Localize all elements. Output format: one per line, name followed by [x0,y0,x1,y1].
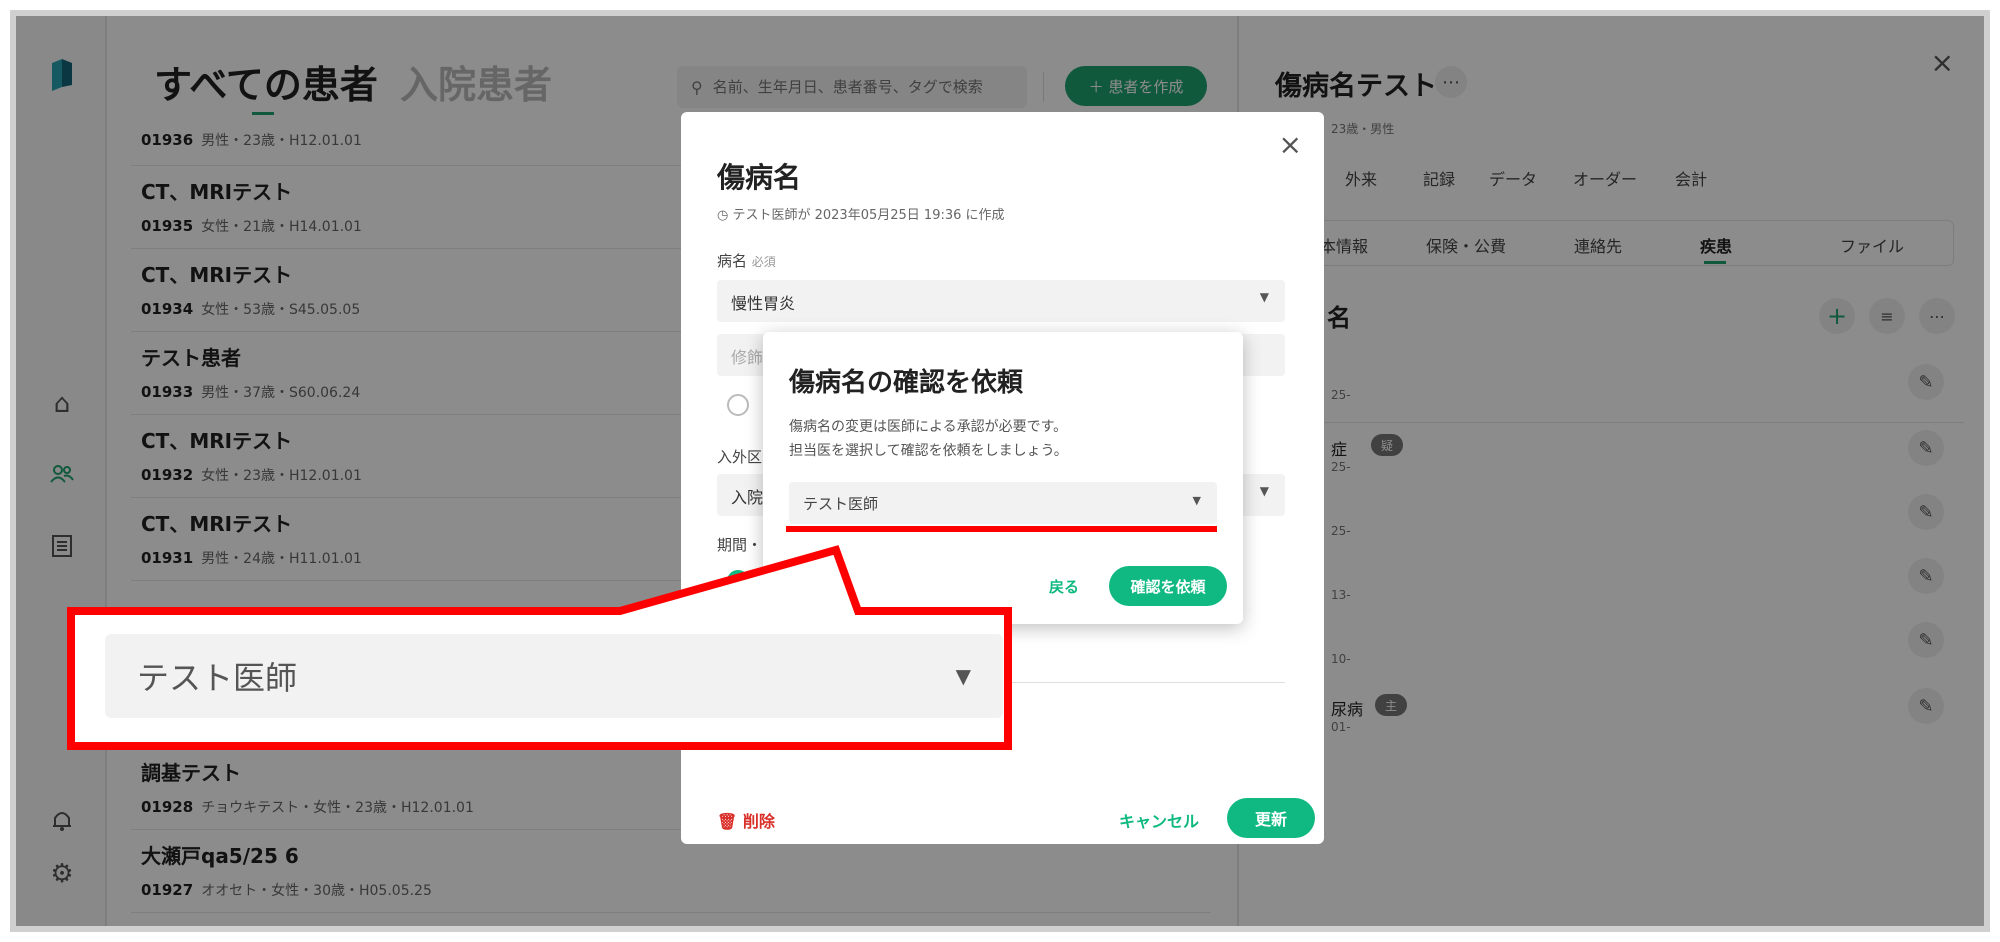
confirm-request-dialog: 傷病名の確認を依頼 傷病名の変更は医師による承認が必要です。 担当医を選択して確… [763,332,1243,624]
required-marker: 必須 [751,255,776,269]
field-label-text: 病名 [717,252,748,270]
zoomed-doctor-value: テスト医師 [137,659,298,697]
field-label: 病名 必須 [717,250,776,271]
screenshot-frame: ⌂ ⚙ すべての患者 入院患者 ⚲ ＋ 患者を作成 01936男性・23歳・H1… [10,10,1990,932]
doctor-value: テスト医師 [803,495,879,513]
radio-button[interactable] [727,394,749,416]
delete-button[interactable]: 🗑 削除 [717,808,775,832]
close-icon[interactable]: × [1279,128,1302,161]
radio-button-selected[interactable] [727,570,749,592]
chevron-down-icon: ▼ [955,664,971,688]
chevron-down-icon: ▼ [1259,484,1269,498]
created-note: ◷ テスト医師が 2023年05月25日 19:36 に作成 [717,204,1005,223]
cancel-button[interactable]: キャンセル [1119,808,1199,832]
trash-icon: 🗑 [717,812,743,831]
chevron-down-icon: ▼ [1192,494,1201,507]
zoomed-doctor-select: テスト医師 ▼ [105,634,1003,718]
highlight-underline [786,526,1217,532]
period-label: 期間・ [717,536,763,554]
inout-label: 入外区 [717,448,763,466]
back-button[interactable]: 戻る [1049,576,1079,597]
clock-icon: ◷ [717,208,733,223]
delete-label: 削除 [742,812,775,831]
dialog-message-1: 傷病名の変更は医師による承認が必要です。 [789,419,1068,435]
chevron-down-icon: ▼ [1259,290,1269,304]
request-confirm-button[interactable]: 確認を依頼 [1109,566,1227,606]
update-button[interactable]: 更新 [1227,798,1315,838]
doctor-select[interactable]: テスト医師 ▼ [789,482,1217,524]
disease-value: 慢性胃炎 [731,294,796,313]
disease-select[interactable]: 慢性胃炎 ▼ [717,280,1285,322]
inout-value: 入院 [731,488,764,507]
created-note-text: テスト医師が 2023年05月25日 19:36 に作成 [732,208,1005,223]
modal-title: 傷病名 [717,161,802,194]
dialog-message-2: 担当医を選択して確認を依頼をしましょう。 [789,443,1068,459]
dialog-title: 傷病名の確認を依頼 [789,368,1024,398]
app-window: ⌂ ⚙ すべての患者 入院患者 ⚲ ＋ 患者を作成 01936男性・23歳・H1… [16,16,1984,926]
